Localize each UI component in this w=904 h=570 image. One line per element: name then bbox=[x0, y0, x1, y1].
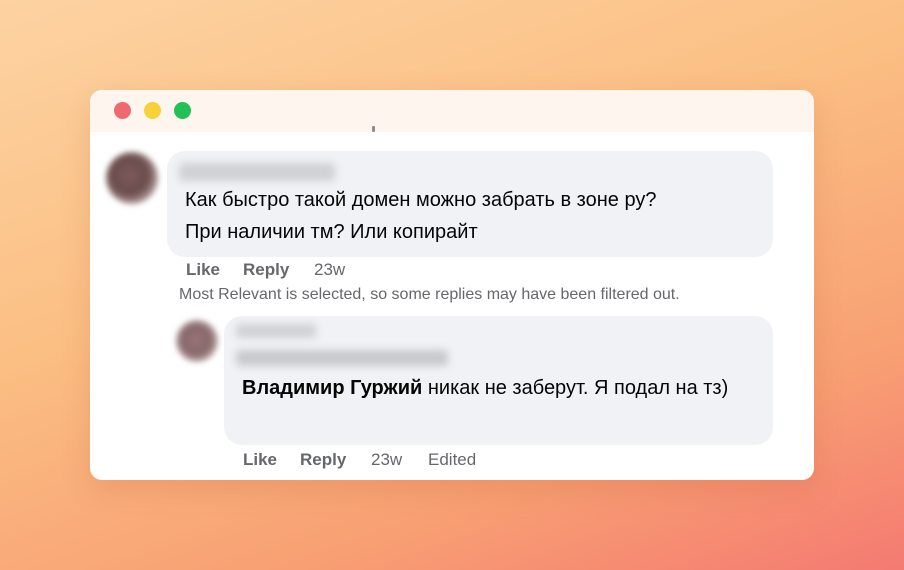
mention-link[interactable]: Владимир Гуржий bbox=[242, 377, 422, 399]
reply-button[interactable]: Reply bbox=[300, 450, 346, 470]
cropped-text-fragment bbox=[372, 126, 375, 132]
reply-bubble: Владимир Гуржий никак не заберут. Я пода… bbox=[224, 316, 773, 445]
close-window-button[interactable] bbox=[114, 102, 131, 119]
edited-label[interactable]: Edited bbox=[428, 450, 476, 470]
reply-meta-blurred bbox=[236, 324, 316, 338]
maximize-window-button[interactable] bbox=[174, 102, 191, 119]
author-name-blurred[interactable] bbox=[236, 350, 448, 366]
timestamp[interactable]: 23w bbox=[314, 260, 345, 280]
timestamp[interactable]: 23w bbox=[371, 450, 402, 470]
like-button[interactable]: Like bbox=[186, 260, 220, 280]
reply-button[interactable]: Reply bbox=[243, 260, 289, 280]
like-button[interactable]: Like bbox=[243, 450, 277, 470]
avatar[interactable] bbox=[106, 152, 158, 204]
filter-notice: Most Relevant is selected, so some repli… bbox=[179, 286, 680, 303]
minimize-window-button[interactable] bbox=[144, 102, 161, 119]
reply-body: никак не заберут. Я подал на тз) bbox=[422, 377, 729, 399]
avatar[interactable] bbox=[176, 320, 218, 362]
app-window: Как быстро такой домен можно забрать в з… bbox=[90, 90, 814, 480]
reply-text: Владимир Гуржий никак не заберут. Я пода… bbox=[242, 372, 762, 404]
comment-text: Как быстро такой домен можно забрать в з… bbox=[185, 189, 657, 243]
title-bar bbox=[90, 90, 814, 132]
author-name-blurred[interactable] bbox=[179, 163, 335, 181]
comment-bubble: Как быстро такой домен можно забрать в з… bbox=[167, 151, 773, 257]
